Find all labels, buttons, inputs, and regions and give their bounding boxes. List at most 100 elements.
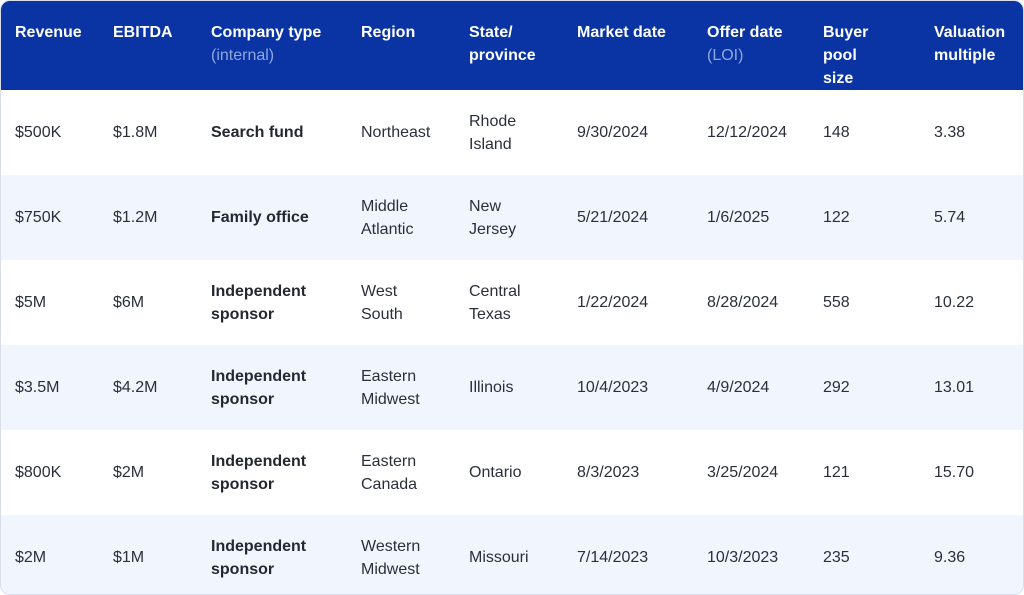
region-text: Western Midwest <box>361 537 421 578</box>
column-header-label: Revenue <box>15 24 82 41</box>
column-header-label: Buyer pool size <box>823 24 869 87</box>
cell-revenue: $3.5M <box>15 379 60 396</box>
cell-ebitda: $2M <box>113 464 145 481</box>
cell-offer-date: 10/3/2023 <box>707 549 779 566</box>
cell-state: Illinois <box>455 345 563 430</box>
region-text: Middle Atlantic <box>361 197 414 238</box>
cell-revenue: $5M <box>15 294 47 311</box>
column-header-state: State/ province <box>455 1 563 90</box>
cell-offer-date: 12/12/2024 <box>707 124 788 141</box>
cell-ebitda: $4.2M <box>113 379 158 396</box>
cell-state: Central Texas <box>455 260 563 345</box>
column-header-company-type: Company type (internal) <box>197 1 347 90</box>
cell-market-date: 10/4/2023 <box>577 379 649 396</box>
column-header-buyer-pool: Buyer pool size <box>809 1 920 90</box>
cell-market-date: 5/21/2024 <box>577 209 649 226</box>
cell-region: Eastern Midwest <box>347 345 455 430</box>
column-header-region: Region <box>347 1 455 90</box>
table-row: $800K $2M Independent sponsor Eastern Ca… <box>1 430 1023 515</box>
cell-ebitda: $1.2M <box>113 209 158 226</box>
cell-market-date: 8/3/2023 <box>577 464 640 481</box>
cell-ebitda: $1.8M <box>113 124 158 141</box>
company-type-text: Independent sponsor <box>211 452 307 493</box>
company-type-text: Independent sponsor <box>211 537 307 578</box>
cell-state: New Jersey <box>455 175 563 260</box>
region-text: West South <box>361 282 403 323</box>
cell-market-date: 9/30/2024 <box>577 124 649 141</box>
state-text: New Jersey <box>469 197 517 238</box>
cell-revenue: $2M <box>15 549 47 566</box>
region-text: Northeast <box>361 124 431 141</box>
state-text: Illinois <box>469 379 514 396</box>
cell-company-type: Independent sponsor <box>197 260 347 345</box>
column-header-revenue: Revenue <box>1 1 99 90</box>
cell-offer-date: 8/28/2024 <box>707 294 779 311</box>
cell-valuation-multiple: 5.74 <box>934 209 966 226</box>
cell-region: Northeast <box>347 90 455 175</box>
cell-offer-date: 4/9/2024 <box>707 379 770 396</box>
column-header-valuation-multiple: Valuation multiple <box>920 1 1023 90</box>
cell-revenue: $800K <box>15 464 62 481</box>
region-text: Eastern Midwest <box>361 367 420 408</box>
column-header-offer-date: Offer date (LOI) <box>693 1 809 90</box>
cell-valuation-multiple: 13.01 <box>934 379 975 396</box>
column-header-label: Offer date <box>707 24 783 41</box>
cell-revenue: $750K <box>15 209 62 226</box>
column-header-label: Market date <box>577 24 666 41</box>
table-header: Revenue EBITDA Company type (internal) Re… <box>1 1 1023 90</box>
cell-company-type: Independent sponsor <box>197 345 347 430</box>
cell-company-type: Independent sponsor <box>197 515 347 594</box>
cell-valuation-multiple: 9.36 <box>934 549 966 566</box>
cell-region: Eastern Canada <box>347 430 455 515</box>
cell-market-date: 1/22/2024 <box>577 294 649 311</box>
state-text: Central Texas <box>469 282 521 323</box>
table-row: $500K $1.8M Search fund Northeast Rhode … <box>1 90 1023 175</box>
column-header-ebitda: EBITDA <box>99 1 197 90</box>
header-row: Revenue EBITDA Company type (internal) Re… <box>1 1 1023 90</box>
cell-ebitda: $6M <box>113 294 145 311</box>
cell-state: Missouri <box>455 515 563 594</box>
region-text: Eastern Canada <box>361 452 418 493</box>
deals-table-card: Revenue EBITDA Company type (internal) Re… <box>0 0 1024 595</box>
cell-region: Western Midwest <box>347 515 455 594</box>
deals-table: Revenue EBITDA Company type (internal) Re… <box>1 1 1023 594</box>
table-row: $3.5M $4.2M Independent sponsor Eastern … <box>1 345 1023 430</box>
cell-company-type: Independent sponsor <box>197 430 347 515</box>
cell-buyer-pool: 292 <box>823 379 850 396</box>
table-body: $500K $1.8M Search fund Northeast Rhode … <box>1 90 1023 594</box>
cell-state: Ontario <box>455 430 563 515</box>
cell-revenue: $500K <box>15 124 62 141</box>
cell-state: Rhode Island <box>455 90 563 175</box>
column-header-sublabel: (internal) <box>211 47 275 64</box>
table-row: $750K $1.2M Family office Middle Atlanti… <box>1 175 1023 260</box>
cell-company-type: Search fund <box>197 90 347 175</box>
state-text: Missouri <box>469 549 529 566</box>
column-header-market-date: Market date <box>563 1 693 90</box>
cell-region: Middle Atlantic <box>347 175 455 260</box>
column-header-label: State/ province <box>469 24 536 64</box>
cell-buyer-pool: 235 <box>823 549 850 566</box>
cell-market-date: 7/14/2023 <box>577 549 649 566</box>
column-header-label: Company type <box>211 24 322 41</box>
cell-valuation-multiple: 15.70 <box>934 464 975 481</box>
cell-company-type: Family office <box>197 175 347 260</box>
state-text: Ontario <box>469 464 522 481</box>
table-row: $2M $1M Independent sponsor Western Midw… <box>1 515 1023 594</box>
table-row: $5M $6M Independent sponsor West South C… <box>1 260 1023 345</box>
cell-buyer-pool: 148 <box>823 124 850 141</box>
company-type-text: Search fund <box>211 124 304 141</box>
column-header-label: Valuation multiple <box>934 24 1006 64</box>
cell-valuation-multiple: 3.38 <box>934 124 966 141</box>
column-header-sublabel: (LOI) <box>707 47 744 64</box>
company-type-text: Family office <box>211 209 309 226</box>
company-type-text: Independent sponsor <box>211 282 307 323</box>
state-text: Rhode Island <box>469 112 517 153</box>
company-type-text: Independent sponsor <box>211 367 307 408</box>
cell-offer-date: 3/25/2024 <box>707 464 779 481</box>
cell-offer-date: 1/6/2025 <box>707 209 770 226</box>
cell-valuation-multiple: 10.22 <box>934 294 975 311</box>
cell-region: West South <box>347 260 455 345</box>
cell-buyer-pool: 558 <box>823 294 850 311</box>
cell-ebitda: $1M <box>113 549 145 566</box>
column-header-label: EBITDA <box>113 24 173 41</box>
